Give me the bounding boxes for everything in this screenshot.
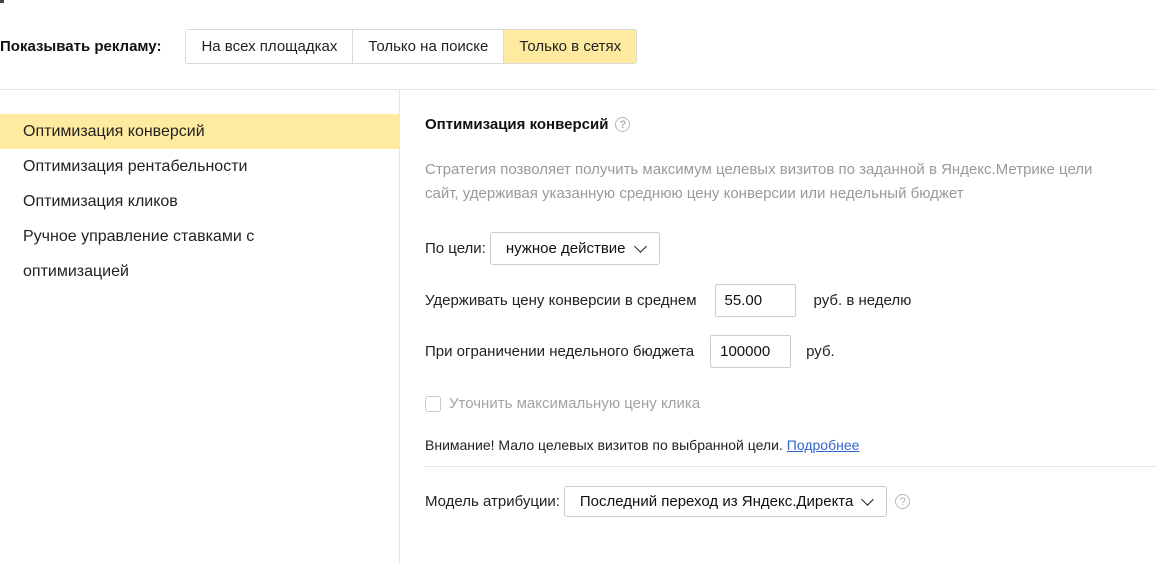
goal-row: По цели: нужное действие <box>425 232 660 265</box>
strategy-title: Оптимизация конверсий <box>425 115 609 133</box>
placement-all-button[interactable]: На всех площадках <box>186 30 354 63</box>
ad-placement-row: Показывать рекламу: На всех площадках То… <box>0 29 638 64</box>
description-line-1: Стратегия позволяет получить максимум це… <box>425 161 1093 178</box>
sidebar-item-manual-bids[interactable]: Ручное управление ставками с оптимизацие… <box>0 219 399 289</box>
placement-networks-button[interactable]: Только в сетях <box>504 30 637 63</box>
description-line-2: сайт, удерживая указанную среднюю цену к… <box>425 185 964 202</box>
warning-text: Внимание! Мало целевых визитов по выбран… <box>425 437 783 453</box>
avg-price-input[interactable] <box>714 284 796 317</box>
chevron-down-icon <box>633 239 647 253</box>
avg-price-unit: руб. в неделю <box>813 292 912 309</box>
attribution-select-value: Последний переход из Яндекс.Директа <box>579 493 854 510</box>
placement-search-button[interactable]: Только на поиске <box>353 30 505 63</box>
details-link[interactable]: Подробнее <box>787 437 860 453</box>
sidebar-item-manual-bids-line2: оптимизацией <box>23 263 129 280</box>
budget-label: При ограничении недельного бюджета <box>425 343 695 360</box>
budget-row: При ограничении недельного бюджета руб. <box>425 335 835 368</box>
goal-select[interactable]: нужное действие <box>489 232 660 265</box>
sidebar-item-conversions[interactable]: Оптимизация конверсий <box>0 114 399 149</box>
question-circle-icon[interactable]: ? <box>615 116 631 132</box>
max-click-row: Уточнить максимальную цену клика <box>425 395 700 412</box>
sidebar-item-clicks[interactable]: Оптимизация кликов <box>0 184 399 219</box>
strategy-main-panel: Оптимизация конверсий ? Стратегия позвол… <box>425 106 1157 517</box>
attribution-divider <box>425 466 1157 467</box>
attribution-label: Модель атрибуции: <box>425 493 560 510</box>
avg-price-row: Удерживать цену конверсии в среднем руб.… <box>425 284 911 317</box>
chevron-down-icon <box>861 492 875 506</box>
attribution-select[interactable]: Последний переход из Яндекс.Директа <box>563 486 888 517</box>
sidebar-item-manual-bids-line1: Ручное управление ставками с <box>23 228 255 245</box>
top-divider <box>0 89 1157 90</box>
strategy-sidebar: Оптимизация конверсий Оптимизация рентаб… <box>0 114 399 289</box>
ad-placement-label: Показывать рекламу: <box>0 38 162 55</box>
max-click-label: Уточнить максимальную цену клика <box>449 395 701 412</box>
goal-label: По цели: <box>425 240 486 257</box>
sidebar-item-profitability[interactable]: Оптимизация рентабельности <box>0 149 399 184</box>
ad-placement-segmented-control: На всех площадках Только на поиске Тольк… <box>185 29 638 64</box>
vertical-divider <box>399 90 400 564</box>
attribution-row: Модель атрибуции: Последний переход из Я… <box>425 486 911 517</box>
warning-row: Внимание! Мало целевых визитов по выбран… <box>425 437 859 453</box>
strategy-settings-page: Показывать рекламу: На всех площадках То… <box>0 0 1157 564</box>
max-click-checkbox[interactable] <box>425 395 441 412</box>
strategy-title-row: Оптимизация конверсий ? <box>425 106 1157 142</box>
budget-input[interactable] <box>710 335 792 368</box>
question-circle-icon[interactable]: ? <box>895 494 911 509</box>
avg-price-label: Удерживать цену конверсии в среднем <box>425 292 697 309</box>
goal-select-value: нужное действие <box>505 240 626 257</box>
strategy-description: Стратегия позволяет получить максимум це… <box>425 158 1157 206</box>
budget-unit: руб. <box>806 343 835 360</box>
cropped-text-fragment <box>0 0 4 3</box>
